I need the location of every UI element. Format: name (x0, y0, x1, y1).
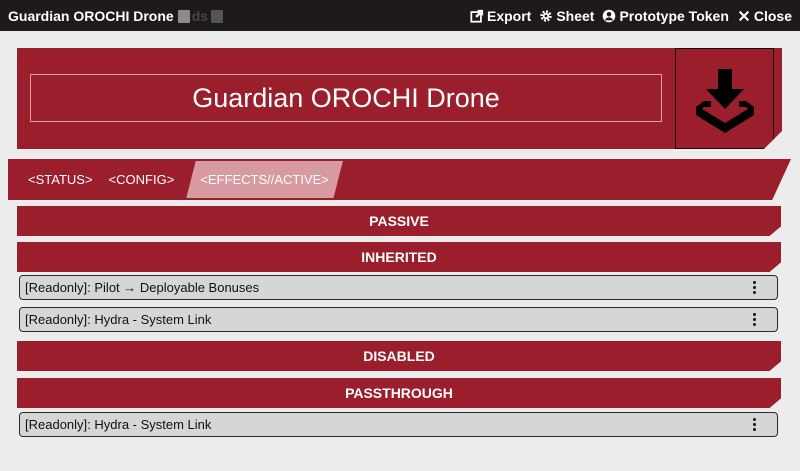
external-link-icon (470, 9, 484, 23)
more-options-icon[interactable] (744, 310, 764, 330)
more-options-icon[interactable] (744, 278, 764, 298)
effect-label: [Readonly]: Hydra - System Link (25, 417, 212, 432)
section-passthrough[interactable]: PASSTHROUGH (17, 378, 781, 408)
sheet-label: Sheet (556, 7, 595, 24)
tab-config[interactable]: <CONFIG> (101, 161, 183, 198)
document-icon (211, 10, 224, 23)
window-title: Guardian OROCHI Drone (8, 7, 174, 24)
effect-label: [Readonly]: Hydra - System Link (25, 312, 212, 327)
close-icon (738, 10, 749, 21)
section-passive[interactable]: PASSIVE (17, 206, 781, 236)
window-actions: Export Sheet Prototype Token Close (470, 8, 792, 24)
download-tray-icon (696, 69, 754, 133)
prototype-token-button[interactable]: Prototype Token (602, 7, 729, 24)
export-button[interactable]: Export (470, 8, 531, 24)
effect-label: [Readonly]: Pilot → Deployable Bonuses (25, 280, 260, 295)
more-options-icon[interactable] (744, 415, 764, 435)
export-label: Export (486, 7, 532, 24)
user-circle-icon (603, 9, 616, 22)
effect-row[interactable]: [Readonly]: Hydra - System Link (19, 412, 778, 437)
actor-name-field[interactable]: Guardian OROCHI Drone (30, 74, 662, 122)
window-ghost-text: ds (191, 7, 209, 24)
sheet-tabs: <STATUS> <CONFIG> <EFFECTS//ACTIVE> (8, 159, 791, 200)
tab-status[interactable]: <STATUS> (20, 161, 101, 198)
prototype-token-label: Prototype Token (619, 7, 729, 24)
close-label: Close (753, 7, 792, 24)
section-inherited[interactable]: INHERITED (17, 242, 781, 272)
banner-corner-cut (764, 131, 782, 149)
tab-effects-active[interactable]: <EFFECTS//ACTIVE> (186, 161, 343, 198)
window-header: Guardian OROCHI Drone ds Export Sheet Pr… (0, 0, 800, 31)
actor-image[interactable] (675, 48, 774, 149)
section-disabled[interactable]: DISABLED (17, 341, 781, 371)
gear-icon (540, 9, 553, 22)
document-id-icon[interactable] (177, 10, 190, 23)
sheet-button[interactable]: Sheet (539, 8, 594, 24)
actor-header-banner: Guardian OROCHI Drone (17, 48, 782, 149)
close-button[interactable]: Close (737, 8, 792, 24)
effect-row[interactable]: [Readonly]: Hydra - System Link (19, 307, 778, 332)
effect-row[interactable]: [Readonly]: Pilot → Deployable Bonuses (19, 275, 778, 300)
